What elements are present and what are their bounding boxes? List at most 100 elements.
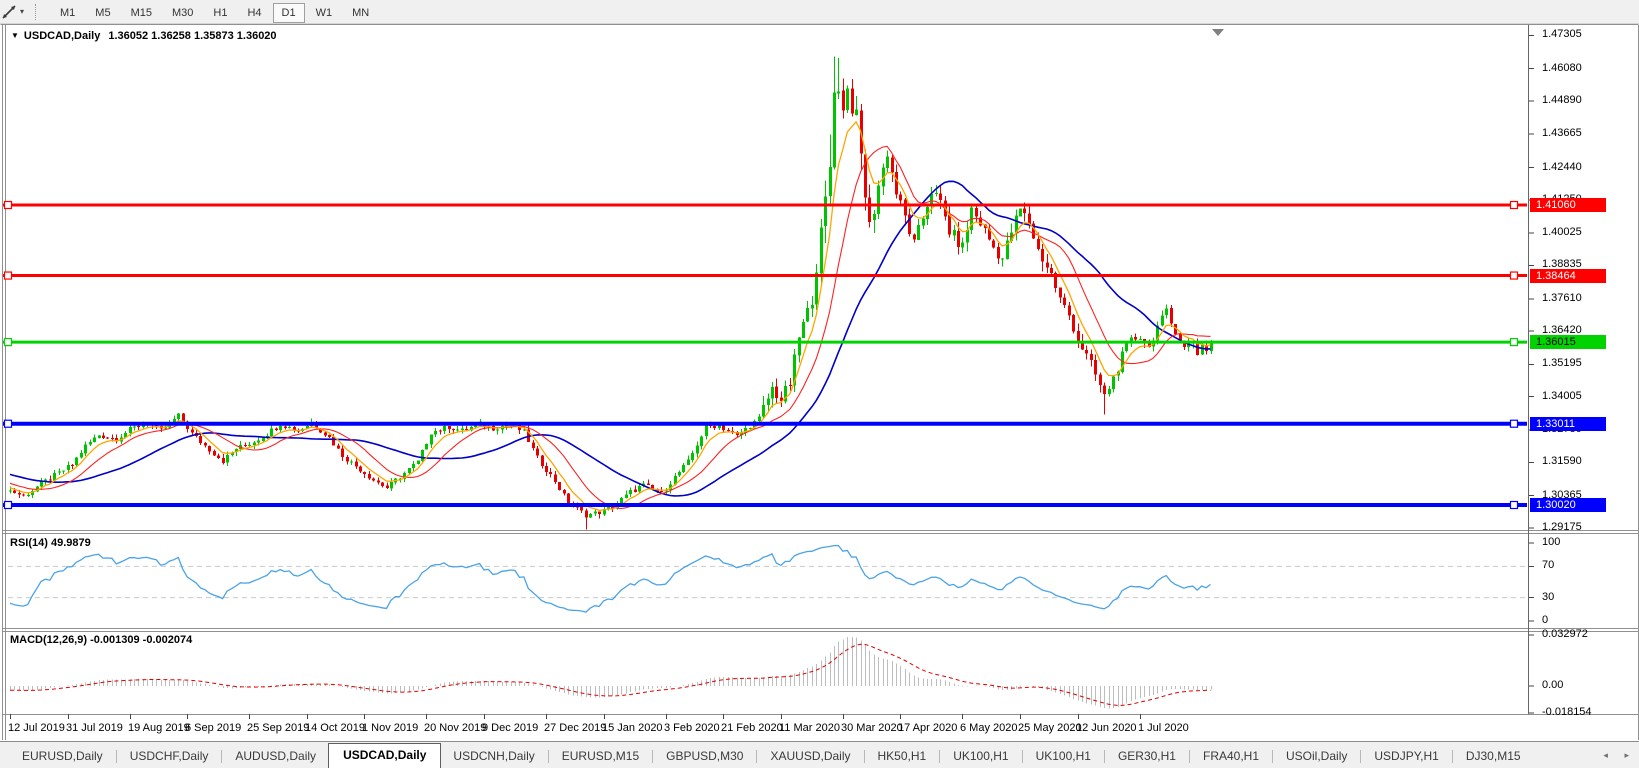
price-line-tag: 1.38464 — [1530, 268, 1606, 283]
tab-usdcnh-daily[interactable]: USDCNH,Daily — [441, 745, 546, 768]
horizontal-line-1-33011[interactable] — [3, 419, 1527, 428]
line-anchor-handle[interactable] — [3, 419, 13, 428]
tab-ger30-h1[interactable]: GER30,H1 — [1106, 745, 1188, 768]
macd-signal-line[interactable] — [9, 643, 1211, 706]
date-axis-label: 17 Apr 2020 — [898, 722, 958, 734]
tab-usdchf-daily[interactable]: USDCHF,Daily — [118, 745, 221, 768]
date-axis-label: 25 May 2020 — [1018, 722, 1082, 734]
date-axis-label: 1 Jul 2020 — [1138, 722, 1189, 734]
timeframe-button-m30[interactable]: M30 — [163, 3, 202, 23]
ma-fast-line[interactable] — [9, 120, 1211, 512]
chart-title: ▼ USDCAD,Daily 1.36052 1.36258 1.35873 1.3… — [11, 30, 277, 42]
date-axis-label: 19 Aug 2019 — [128, 722, 190, 734]
line-anchor-handle[interactable] — [1509, 271, 1519, 280]
tab-scroll-right-icon[interactable]: ▸ — [1624, 750, 1629, 760]
tab-separator — [221, 750, 223, 763]
tab-eurusd-m15[interactable]: EURUSD,M15 — [550, 745, 651, 768]
line-anchor-handle[interactable] — [3, 337, 13, 347]
tab-separator — [863, 750, 865, 763]
price-axis-label: 1.40025 — [1542, 226, 1582, 239]
date-axis-label: 12 Jul 2019 — [8, 722, 65, 734]
macd-axis-label: 0.00 — [1542, 679, 1564, 691]
chart-objects — [3, 200, 1527, 510]
rsi-axis-label: 0 — [1542, 614, 1549, 626]
timeframe-button-mn[interactable]: MN — [343, 3, 378, 23]
tab-xauusd-daily[interactable]: XAUUSD,Daily — [758, 745, 862, 768]
date-axis-label: 21 Feb 2020 — [721, 722, 783, 734]
horizontal-line-1-38464[interactable] — [3, 271, 1527, 280]
timeframe-button-m5[interactable]: M5 — [86, 3, 119, 23]
price-axis-label: 1.43665 — [1542, 127, 1582, 140]
tab-usoil-daily[interactable]: USOil,Daily — [1274, 745, 1359, 768]
price-axis-label: 1.47305 — [1542, 28, 1582, 41]
timeframe-button-h4[interactable]: H4 — [238, 3, 270, 23]
price-axis-label: 1.31590 — [1542, 455, 1582, 468]
macd-axis-label: -0.018154 — [1542, 706, 1592, 718]
tab-audusd-daily[interactable]: AUDUSD,Daily — [223, 745, 328, 768]
price-axis-label: 1.34005 — [1542, 389, 1582, 402]
collapse-icon[interactable]: ▼ — [11, 31, 19, 40]
tab-separator — [547, 750, 549, 763]
tab-usdjpy-h1[interactable]: USDJPY,H1 — [1362, 745, 1450, 768]
rsi-axis-label: 30 — [1542, 590, 1555, 603]
ma-slow-line[interactable] — [9, 180, 1211, 497]
line-anchor-handle[interactable] — [1509, 200, 1519, 210]
horizontal-line-1-36015[interactable] — [3, 337, 1527, 347]
tab-fra40-h1[interactable]: FRA40,H1 — [1191, 745, 1271, 768]
tab-scroll-arrows: ◂ ▸ — [1589, 750, 1629, 761]
toolbar: ▾ M1 M5 M15 M30 H1 H4 D1 W1 MN — [0, 0, 1639, 24]
tab-uk100-h1[interactable]: UK100,H1 — [941, 745, 1020, 768]
price-line-tag: 1.30020 — [1530, 498, 1606, 512]
date-axis-label: 6 May 2020 — [960, 722, 1018, 734]
dropdown-arrow-icon[interactable]: ▾ — [20, 7, 24, 16]
line-anchor-handle[interactable] — [3, 500, 13, 510]
candlestick-series[interactable] — [9, 56, 1213, 530]
line-anchor-handle[interactable] — [1509, 500, 1519, 510]
price-axis-label: 1.29175 — [1542, 520, 1582, 533]
line-anchor-handle[interactable] — [3, 200, 13, 210]
tab-usdcad-daily[interactable]: USDCAD,Daily — [328, 743, 442, 768]
timeframe-button-w1[interactable]: W1 — [307, 3, 342, 23]
tab-separator — [652, 750, 654, 763]
moving-averages[interactable] — [9, 120, 1211, 512]
tab-separator — [115, 750, 117, 763]
price-axis-label: 1.37610 — [1542, 291, 1582, 304]
tab-eurusd-daily[interactable]: EURUSD,Daily — [10, 745, 115, 768]
tab-separator — [756, 750, 758, 763]
price-axis-label: 1.46080 — [1542, 61, 1582, 74]
timeframe-button-d1[interactable]: D1 — [272, 2, 305, 23]
chart-canvas[interactable] — [0, 0, 1639, 767]
tab-hk50-h1[interactable]: HK50,H1 — [866, 745, 939, 768]
horizontal-line-1-41060[interactable] — [3, 200, 1527, 210]
price-line-tag: 1.41060 — [1530, 198, 1606, 212]
rsi-axis-label: 70 — [1542, 559, 1555, 572]
tab-dj30-m15[interactable]: DJ30,M15 — [1454, 745, 1533, 768]
line-anchor-handle[interactable] — [1509, 337, 1519, 347]
tab-gbpusd-m30[interactable]: GBPUSD,M30 — [654, 745, 755, 768]
price-line-tag: 1.36015 — [1530, 335, 1606, 350]
tab-uk100-h1[interactable]: UK100,H1 — [1024, 745, 1103, 768]
date-axis-label: 30 Mar 2020 — [841, 722, 903, 734]
tab-scroll-left-icon[interactable]: ◂ — [1603, 750, 1608, 760]
chart-ohlc-values: 1.36052 1.36258 1.35873 1.36020 — [108, 30, 277, 42]
timeframe-button-h1[interactable]: H1 — [204, 3, 236, 23]
line-anchor-handle[interactable] — [3, 271, 13, 280]
tab-separator — [1272, 750, 1274, 763]
rsi-line[interactable] — [9, 544, 1211, 613]
macd-label: MACD(12,26,9) -0.001309 -0.002074 — [10, 634, 193, 646]
horizontal-line-1-30020[interactable] — [3, 500, 1527, 510]
date-axis-label: 12 Jun 2020 — [1076, 722, 1137, 734]
tab-separator — [1451, 750, 1453, 763]
ma-mid-line[interactable] — [9, 145, 1211, 510]
macd-axis-label: 0.032972 — [1542, 627, 1588, 640]
macd-histogram[interactable] — [10, 637, 1212, 709]
chart-shift-marker-icon[interactable] — [1212, 29, 1224, 36]
date-axis-label: 3 Feb 2020 — [664, 722, 720, 734]
date-axis-label: 15 Jan 2020 — [602, 722, 663, 734]
tab-separator — [1360, 750, 1362, 763]
timeframe-button-m1[interactable]: M1 — [51, 3, 84, 23]
line-anchor-handle[interactable] — [1509, 419, 1519, 428]
timeframe-button-m15[interactable]: M15 — [122, 3, 161, 23]
chart-tool-icon[interactable] — [1, 4, 19, 20]
date-axis-label: 9 Dec 2019 — [482, 722, 539, 734]
